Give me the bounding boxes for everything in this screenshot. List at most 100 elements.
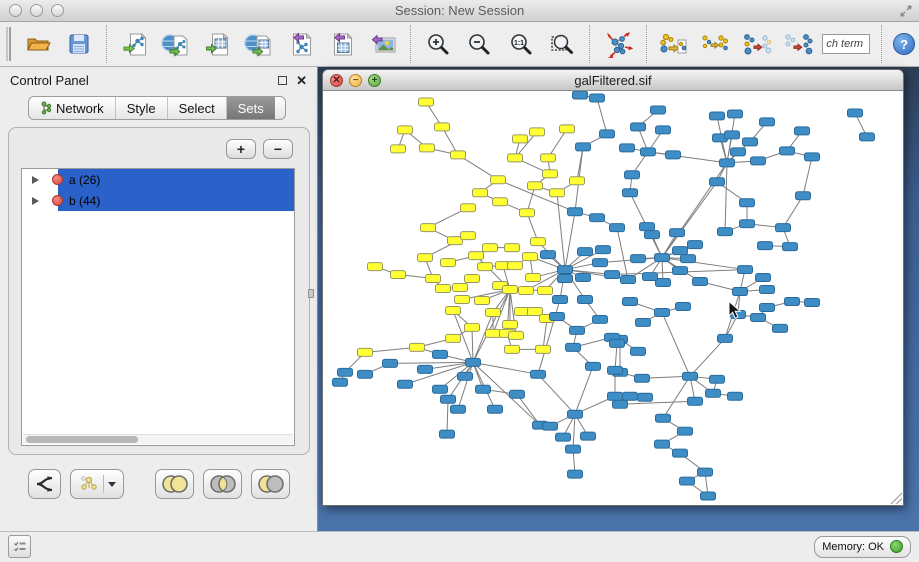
network-edge[interactable] bbox=[472, 327, 473, 362]
network-node-blue[interactable] bbox=[805, 298, 820, 306]
network-edge[interactable] bbox=[690, 338, 725, 376]
network-node-blue[interactable] bbox=[666, 151, 681, 159]
network-node-yellow[interactable] bbox=[523, 253, 538, 261]
network-node-blue[interactable] bbox=[673, 267, 688, 275]
network-node-blue[interactable] bbox=[558, 266, 573, 274]
network-node-blue[interactable] bbox=[636, 318, 651, 326]
network-node-yellow[interactable] bbox=[486, 308, 501, 316]
network-edge[interactable] bbox=[573, 414, 575, 449]
network-node-blue[interactable] bbox=[805, 153, 820, 161]
network-node-blue[interactable] bbox=[433, 385, 448, 393]
network-node-blue[interactable] bbox=[728, 110, 743, 118]
network-node-blue[interactable] bbox=[466, 358, 481, 366]
network-edge[interactable] bbox=[473, 362, 538, 374]
network-node-yellow[interactable] bbox=[391, 271, 406, 279]
network-node-blue[interactable] bbox=[586, 362, 601, 370]
network-node-blue[interactable] bbox=[740, 199, 755, 207]
network-node-yellow[interactable] bbox=[421, 224, 436, 232]
network-node-blue[interactable] bbox=[566, 343, 581, 351]
fullscreen-icon[interactable] bbox=[899, 4, 913, 18]
network-node-blue[interactable] bbox=[541, 251, 556, 259]
export-image-button[interactable] bbox=[365, 26, 398, 62]
network-edge[interactable] bbox=[783, 196, 803, 228]
maximize-view-button[interactable]: + bbox=[368, 74, 381, 87]
network-node-blue[interactable] bbox=[398, 380, 413, 388]
network-node-yellow[interactable] bbox=[420, 144, 435, 152]
network-node-blue[interactable] bbox=[776, 224, 791, 232]
network-node-blue[interactable] bbox=[593, 259, 608, 267]
network-node-blue[interactable] bbox=[738, 266, 753, 274]
scrollbar-thumb[interactable] bbox=[26, 436, 138, 443]
hide-selected-button[interactable] bbox=[740, 26, 773, 62]
network-node-blue[interactable] bbox=[701, 492, 716, 500]
chevron-down-icon[interactable] bbox=[108, 482, 116, 487]
network-node-yellow[interactable] bbox=[508, 154, 523, 162]
difference-sets-button[interactable] bbox=[251, 469, 290, 499]
network-node-yellow[interactable] bbox=[531, 238, 546, 246]
network-node-blue[interactable] bbox=[645, 231, 660, 239]
network-node-blue[interactable] bbox=[795, 127, 810, 135]
zoom-window-button[interactable] bbox=[51, 4, 64, 17]
close-panel-icon[interactable]: ✕ bbox=[296, 74, 307, 87]
remove-set-button[interactable]: − bbox=[263, 139, 293, 159]
network-node-yellow[interactable] bbox=[451, 151, 466, 159]
network-node-yellow[interactable] bbox=[473, 189, 488, 197]
network-node-blue[interactable] bbox=[760, 303, 775, 311]
network-node-blue[interactable] bbox=[635, 374, 650, 382]
network-node-blue[interactable] bbox=[743, 138, 758, 146]
network-edge[interactable] bbox=[447, 399, 448, 434]
network-node-yellow[interactable] bbox=[503, 320, 518, 328]
network-node-yellow[interactable] bbox=[508, 262, 523, 270]
network-node-yellow[interactable] bbox=[520, 209, 535, 217]
tab-style[interactable]: Style bbox=[116, 97, 168, 119]
network-node-blue[interactable] bbox=[440, 430, 455, 438]
network-node-blue[interactable] bbox=[418, 365, 433, 373]
network-node-blue[interactable] bbox=[656, 414, 671, 422]
toolbar-drag-handle[interactable] bbox=[6, 27, 11, 61]
network-node-blue[interactable] bbox=[576, 274, 591, 282]
network-node-blue[interactable] bbox=[670, 229, 685, 237]
network-canvas[interactable] bbox=[323, 91, 903, 505]
network-node-blue[interactable] bbox=[740, 220, 755, 228]
network-node-blue[interactable] bbox=[621, 276, 636, 284]
network-node-blue[interactable] bbox=[698, 468, 713, 476]
network-node-blue[interactable] bbox=[725, 131, 740, 139]
network-node-yellow[interactable] bbox=[461, 204, 476, 212]
network-node-yellow[interactable] bbox=[478, 263, 493, 271]
network-node-blue[interactable] bbox=[706, 389, 721, 397]
open-session-button[interactable] bbox=[21, 26, 54, 62]
network-node-yellow[interactable] bbox=[391, 145, 406, 153]
network-node-yellow[interactable] bbox=[505, 345, 520, 353]
network-node-blue[interactable] bbox=[785, 298, 800, 306]
network-node-blue[interactable] bbox=[681, 255, 696, 263]
network-node-blue[interactable] bbox=[608, 392, 623, 400]
network-node-blue[interactable] bbox=[756, 274, 771, 282]
network-node-blue[interactable] bbox=[720, 159, 735, 167]
zoom-out-button[interactable] bbox=[463, 26, 496, 62]
set-row-a[interactable]: a (26) bbox=[22, 169, 294, 190]
network-node-yellow[interactable] bbox=[530, 128, 545, 136]
network-node-blue[interactable] bbox=[728, 392, 743, 400]
network-node-blue[interactable] bbox=[625, 171, 640, 179]
float-panel-icon[interactable] bbox=[278, 76, 287, 85]
network-node-blue[interactable] bbox=[783, 243, 798, 251]
network-node-blue[interactable] bbox=[693, 278, 708, 286]
network-node-blue[interactable] bbox=[655, 254, 670, 262]
network-node-blue[interactable] bbox=[358, 370, 373, 378]
set-row-b[interactable]: b (44) bbox=[22, 190, 294, 211]
network-node-yellow[interactable] bbox=[528, 182, 543, 190]
network-node-blue[interactable] bbox=[631, 123, 646, 131]
network-node-blue[interactable] bbox=[641, 148, 656, 156]
network-node-yellow[interactable] bbox=[446, 334, 461, 342]
zoom-actual-size-button[interactable]: 1:1 bbox=[504, 26, 537, 62]
close-view-button[interactable]: ✕ bbox=[330, 74, 343, 87]
network-node-blue[interactable] bbox=[488, 405, 503, 413]
network-edge[interactable] bbox=[458, 362, 473, 409]
network-node-blue[interactable] bbox=[568, 410, 583, 418]
network-node-blue[interactable] bbox=[688, 241, 703, 249]
tab-sets[interactable]: Sets bbox=[227, 97, 275, 119]
close-window-button[interactable] bbox=[9, 4, 22, 17]
network-node-blue[interactable] bbox=[760, 118, 775, 126]
import-table-url-button[interactable] bbox=[242, 26, 275, 62]
network-node-blue[interactable] bbox=[590, 94, 605, 102]
